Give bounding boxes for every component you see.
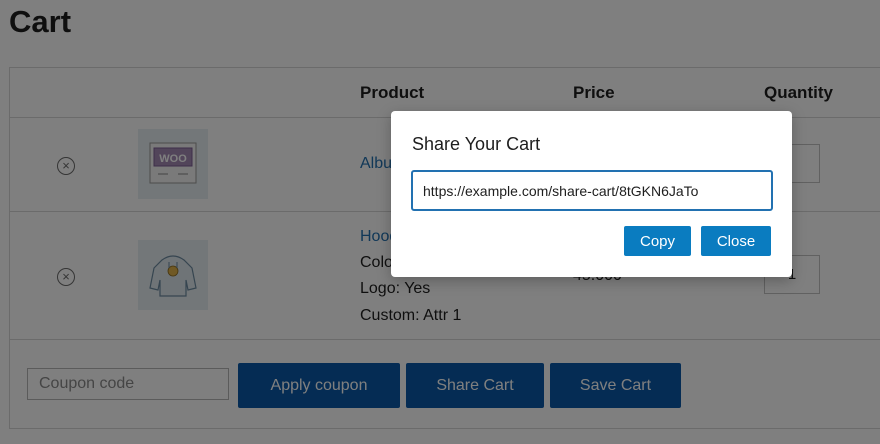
modal-title: Share Your Cart [412,134,541,154]
close-button[interactable]: Close [701,226,771,256]
share-cart-modal: Share Your Cart Copy Close [391,111,792,277]
share-url-field[interactable] [411,170,773,211]
copy-button[interactable]: Copy [624,226,691,256]
